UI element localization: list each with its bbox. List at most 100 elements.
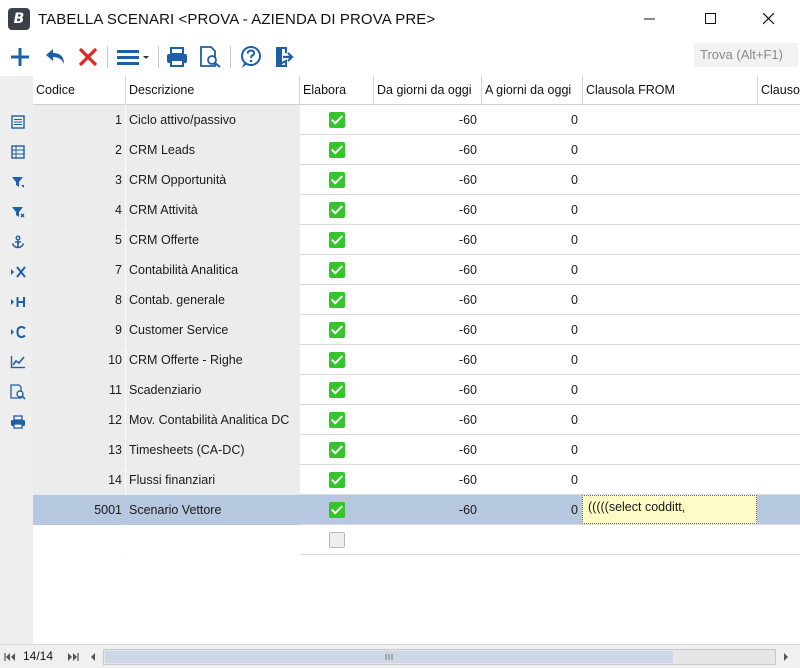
table-row[interactable]: 11 Scadenziario -60 0 <box>33 375 800 405</box>
column-header-elabora[interactable]: Elabora <box>300 76 374 105</box>
descrizione-cell[interactable]: Timesheets (CA-DC) <box>126 435 300 465</box>
column-header-descrizione[interactable]: Descrizione <box>126 76 300 105</box>
descrizione-cell[interactable]: Ciclo attivo/passivo <box>126 105 300 135</box>
descrizione-cell[interactable]: Contab. generale <box>126 285 300 315</box>
a-giorni-cell[interactable]: 0 <box>481 225 582 255</box>
elabora-checkbox-checked[interactable] <box>329 142 345 158</box>
da-giorni-cell[interactable]: -60 <box>374 225 481 255</box>
elabora-cell[interactable] <box>300 225 374 255</box>
last-record-button[interactable] <box>65 649 81 665</box>
codice-cell[interactable]: 7 <box>33 255 125 285</box>
elabora-cell[interactable] <box>300 435 374 465</box>
da-giorni-cell[interactable]: -60 <box>374 465 481 495</box>
zoom-preview-button[interactable] <box>8 382 28 402</box>
da-giorni-cell[interactable]: -60 <box>374 105 481 135</box>
elabora-cell[interactable] <box>300 405 374 435</box>
descrizione-cell[interactable]: CRM Attività <box>126 195 300 225</box>
table-row[interactable]: 1 Ciclo attivo/passivo -60 0 <box>33 105 800 135</box>
codice-cell[interactable]: 5 <box>33 225 125 255</box>
elabora-cell[interactable] <box>300 285 374 315</box>
elabora-cell[interactable] <box>300 105 374 135</box>
table-row[interactable]: 13 Timesheets (CA-DC) -60 0 <box>33 435 800 465</box>
clausola-from-cell[interactable] <box>582 195 757 225</box>
descrizione-cell[interactable]: Customer Service <box>126 315 300 345</box>
codice-cell[interactable]: 12 <box>33 405 125 435</box>
filter-clear-button[interactable] <box>8 202 28 222</box>
a-giorni-cell[interactable]: 0 <box>481 435 582 465</box>
add-button[interactable] <box>6 42 34 72</box>
codice-cell[interactable]: 10 <box>33 345 125 375</box>
elabora-cell[interactable] <box>300 165 374 195</box>
a-giorni-cell[interactable]: 0 <box>481 105 582 135</box>
da-giorni-cell[interactable]: -60 <box>374 255 481 285</box>
table-view-button[interactable] <box>8 142 28 162</box>
elabora-cell[interactable] <box>300 135 374 165</box>
elabora-cell[interactable] <box>300 465 374 495</box>
elabora-cell[interactable] <box>300 195 374 225</box>
a-giorni-cell[interactable]: 0 <box>481 285 582 315</box>
elabora-cell[interactable] <box>300 525 374 555</box>
table-row[interactable]: 8 Contab. generale -60 0 <box>33 285 800 315</box>
codice-cell[interactable]: 2 <box>33 135 125 165</box>
elabora-checkbox-unchecked[interactable] <box>329 532 345 548</box>
delete-button[interactable] <box>74 42 102 72</box>
table-row[interactable]: 3 CRM Opportunità -60 0 <box>33 165 800 195</box>
maximize-button[interactable] <box>688 0 734 38</box>
codice-cell[interactable]: 11 <box>33 375 125 405</box>
da-giorni-cell[interactable]: -60 <box>374 135 481 165</box>
clausola-from-cell[interactable] <box>582 345 757 375</box>
horizontal-scrollbar[interactable] <box>103 649 776 665</box>
a-giorni-cell[interactable]: 0 <box>481 405 582 435</box>
elabora-checkbox-checked[interactable] <box>329 202 345 218</box>
a-giorni-cell[interactable]: 0 <box>481 495 582 525</box>
da-giorni-cell[interactable]: -60 <box>374 285 481 315</box>
descrizione-cell[interactable]: CRM Opportunità <box>126 165 300 195</box>
codice-cell[interactable]: 5001 <box>33 495 125 525</box>
clausola-from-cell[interactable] <box>582 225 757 255</box>
preview-button[interactable] <box>196 42 224 72</box>
column-header-clausola[interactable]: Clausola <box>758 76 800 105</box>
clausola-from-cell[interactable] <box>582 255 757 285</box>
a-giorni-cell[interactable]: 0 <box>481 195 582 225</box>
clausola-from-cell[interactable] <box>582 315 757 345</box>
filter-button[interactable] <box>8 172 28 192</box>
elabora-checkbox-checked[interactable] <box>329 382 345 398</box>
clausola-from-cell[interactable] <box>582 465 757 495</box>
elabora-checkbox-checked[interactable] <box>329 292 345 308</box>
elabora-cell[interactable] <box>300 345 374 375</box>
elabora-cell[interactable] <box>300 375 374 405</box>
codice-cell[interactable]: 14 <box>33 465 125 495</box>
descrizione-cell[interactable]: Scenario Vettore <box>126 495 300 525</box>
descrizione-cell[interactable]: Scadenziario <box>126 375 300 405</box>
da-giorni-cell[interactable]: -60 <box>374 345 481 375</box>
elabora-checkbox-checked[interactable] <box>329 172 345 188</box>
elabora-checkbox-checked[interactable] <box>329 322 345 338</box>
clausola-from-cell[interactable] <box>582 135 757 165</box>
clausola-from-cell[interactable] <box>582 165 757 195</box>
descrizione-cell[interactable]: CRM Leads <box>126 135 300 165</box>
da-giorni-cell[interactable]: -60 <box>374 315 481 345</box>
menu-button[interactable] <box>113 42 153 72</box>
descrizione-cell[interactable]: Contabilità Analitica <box>126 255 300 285</box>
clausola-from-cell[interactable] <box>582 525 757 555</box>
table-row[interactable]: 4 CRM Attività -60 0 <box>33 195 800 225</box>
exit-button[interactable] <box>270 42 298 72</box>
sidebar-print-button[interactable] <box>8 412 28 432</box>
help-button[interactable] <box>237 42 265 72</box>
codice-cell[interactable]: 4 <box>33 195 125 225</box>
elabora-checkbox-checked[interactable] <box>329 232 345 248</box>
undo-button[interactable] <box>40 42 70 72</box>
descrizione-cell[interactable]: Flussi finanziari <box>126 465 300 495</box>
table-row[interactable]: 10 CRM Offerte - Righe -60 0 <box>33 345 800 375</box>
table-row[interactable]: 2 CRM Leads -60 0 <box>33 135 800 165</box>
a-giorni-cell[interactable]: 0 <box>481 135 582 165</box>
a-giorni-cell[interactable]: 0 <box>481 375 582 405</box>
column-header-clausola-from[interactable]: Clausola FROM <box>583 76 758 105</box>
codice-cell[interactable]: 13 <box>33 435 125 465</box>
table-new-row[interactable] <box>33 525 800 555</box>
da-giorni-cell[interactable]: -60 <box>374 195 481 225</box>
scroll-right-button[interactable] <box>780 649 792 665</box>
clausola-from-cell[interactable] <box>582 375 757 405</box>
table-row[interactable]: 9 Customer Service -60 0 <box>33 315 800 345</box>
a-giorni-cell[interactable]: 0 <box>481 315 582 345</box>
